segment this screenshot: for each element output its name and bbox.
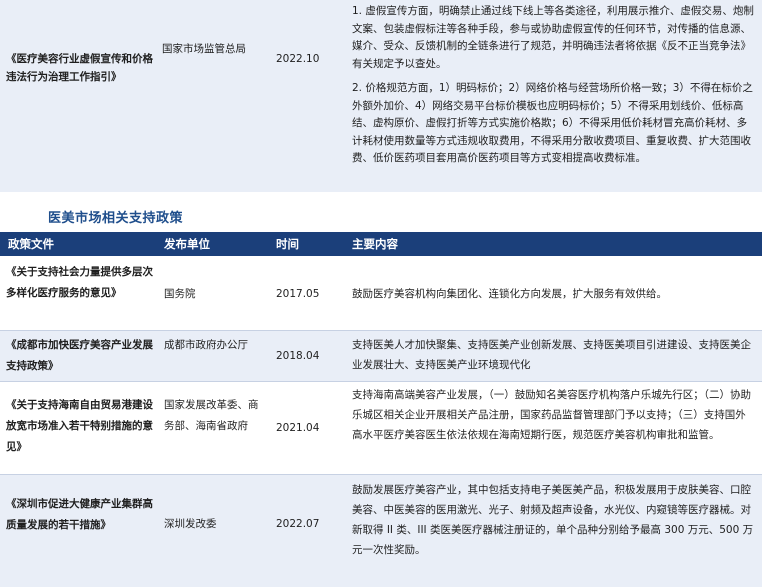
header-content: 主要内容 — [352, 237, 398, 251]
row-content: 鼓励发展医疗美容产业，其中包括支持电子美医美产品，积极发展用于皮肤美容、口腔美容… — [352, 484, 754, 556]
row-unit: 国务院 — [164, 288, 196, 300]
row-date: 2017.05 — [276, 288, 320, 300]
row-date: 2021.04 — [276, 422, 320, 434]
row-doc: 《关于支持社会力量提供多层次多样化医疗服务的意见》 — [6, 266, 153, 299]
top-row-content-1: 1. 虚假宣传方面，明确禁止通过线下线上等各类途径，利用展示推介、虚假交易、炮制… — [352, 5, 754, 70]
row-unit: 国家发展改革委、商务部、海南省政府 — [164, 399, 259, 432]
header-issuer: 发布单位 — [164, 237, 210, 251]
section-title: 医美市场相关支持政策 — [48, 211, 184, 226]
row-unit: 深圳发改委 — [164, 518, 217, 530]
top-row-unit: 国家市场监管总局 — [162, 43, 246, 55]
row-content: 鼓励医疗美容机构向集团化、连锁化方向发展，扩大服务有效供给。 — [352, 288, 667, 300]
row-content: 支持医美人才加快聚集、支持医美产业创新发展、支持医美项目引进建设、支持医美企业发… — [352, 339, 751, 371]
row-doc: 《关于支持海南自由贸易港建设放宽市场准入若干特别措施的意见》 — [6, 399, 153, 453]
row-doc: 《深圳市促进大健康产业集群高质量发展的若干措施》 — [6, 498, 153, 531]
row-date: 2018.04 — [276, 350, 320, 362]
row-unit: 成都市政府办公厅 — [164, 339, 248, 351]
table-header: 政策文件 发布单位 时间 主要内容 — [0, 232, 762, 256]
top-row-date: 2022.10 — [276, 53, 320, 65]
top-row-title: 《医疗美容行业虚假宣传和价格违法行为治理工作指引》 — [6, 53, 153, 83]
row-content: 支持海南高端美容产业发展，（一）鼓励知名美容医疗机构落户乐城先行区；（二）协助乐… — [352, 389, 751, 441]
header-policy-doc: 政策文件 — [8, 237, 54, 251]
row-doc: 《成都市加快医疗美容产业发展支持政策》 — [6, 339, 153, 372]
top-row-content-2: 2. 价格规范方面，1）明码标价；2）网络价格与经营场所价格一致；3）不得在标价… — [352, 82, 753, 164]
header-date: 时间 — [276, 237, 299, 251]
row-date: 2022.07 — [276, 518, 320, 530]
